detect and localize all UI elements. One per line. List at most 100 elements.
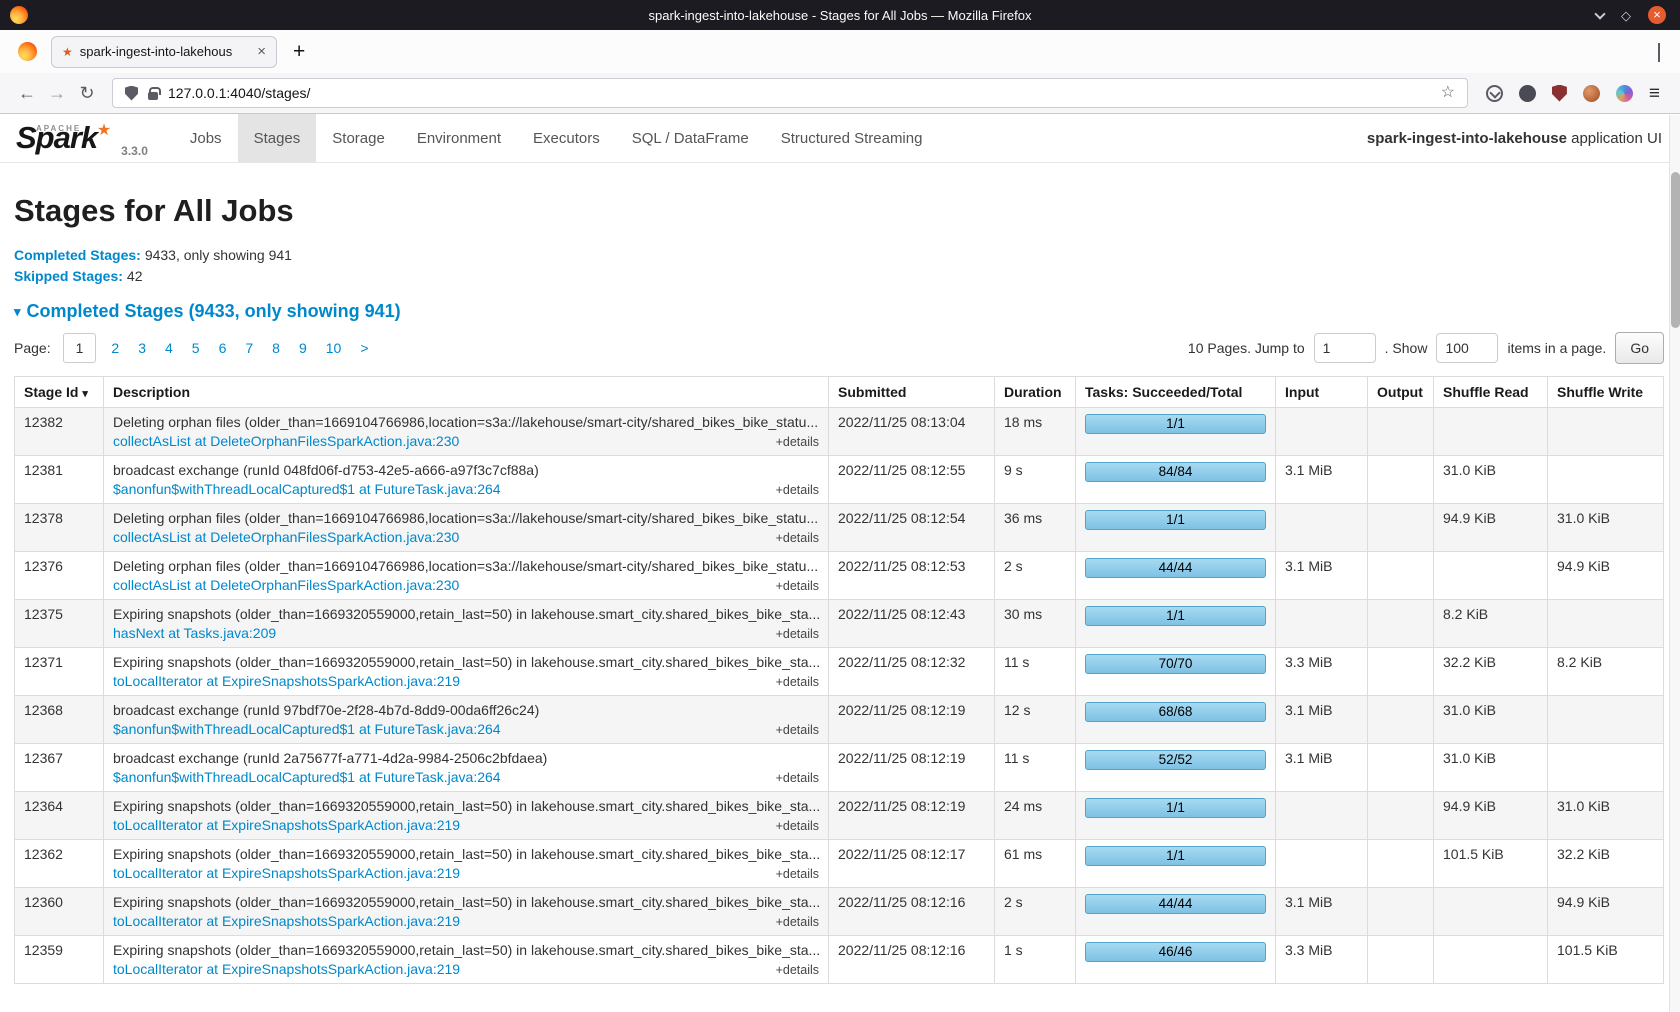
duration-cell: 61 ms [995, 840, 1076, 888]
tasks-cell: 1/1 [1076, 840, 1276, 888]
submitted-cell: 2022/11/25 08:12:43 [829, 600, 995, 648]
close-button[interactable]: × [1648, 6, 1666, 24]
extension-icon-1[interactable] [1519, 85, 1536, 102]
stage-detail-link[interactable]: $anonfun$withThreadLocalCaptured$1 at Fu… [113, 481, 501, 497]
reload-button[interactable]: ↻ [72, 84, 102, 102]
firefox-view-icon[interactable] [18, 42, 37, 61]
stage-detail-link[interactable]: toLocalIterator at ExpireSnapshotsSparkA… [113, 961, 460, 977]
spark-logo[interactable]: APACHE Spark ★ [16, 123, 107, 152]
url-bar[interactable]: 127.0.0.1:4040/stages/ ☆ [112, 78, 1468, 108]
col-description[interactable]: Description [104, 377, 829, 408]
completed-stages-section-toggle[interactable]: ▾ Completed Stages (9433, only showing 9… [14, 301, 1664, 322]
col-duration[interactable]: Duration [995, 377, 1076, 408]
nav-item-jobs[interactable]: Jobs [174, 114, 238, 162]
details-toggle[interactable]: +details [776, 867, 819, 881]
list-all-tabs-icon[interactable] [1658, 43, 1660, 61]
nav-item-storage[interactable]: Storage [316, 114, 401, 162]
forward-button[interactable]: → [42, 84, 72, 102]
stage-detail-link[interactable]: collectAsList at DeleteOrphanFilesSparkA… [113, 529, 459, 545]
pocket-icon[interactable] [1486, 85, 1503, 102]
ublock-shield-icon[interactable] [1552, 85, 1567, 102]
new-tab-button[interactable]: + [293, 40, 305, 64]
back-button[interactable]: ← [12, 84, 42, 102]
completed-stages-link[interactable]: Completed Stages: [14, 247, 141, 263]
go-button[interactable]: Go [1615, 332, 1664, 364]
page-button-3[interactable]: 3 [129, 334, 155, 362]
page-button-7[interactable]: 7 [236, 334, 262, 362]
skipped-stages-link[interactable]: Skipped Stages: [14, 268, 123, 284]
show-items-input[interactable] [1436, 333, 1498, 363]
shuffle-write-cell [1548, 408, 1664, 456]
tasks-cell: 70/70 [1076, 648, 1276, 696]
stage-detail-link[interactable]: toLocalIterator at ExpireSnapshotsSparkA… [113, 865, 460, 881]
details-toggle[interactable]: +details [776, 915, 819, 929]
col-tasks[interactable]: Tasks: Succeeded/Total [1076, 377, 1276, 408]
details-toggle[interactable]: +details [776, 531, 819, 545]
page-button-5[interactable]: 5 [183, 334, 209, 362]
connection-lock-icon[interactable] [148, 92, 158, 100]
page-button-2[interactable]: 2 [102, 334, 128, 362]
stage-detail-link[interactable]: toLocalIterator at ExpireSnapshotsSparkA… [113, 817, 460, 833]
next-page-button[interactable]: > [351, 334, 377, 362]
nav-item-environment[interactable]: Environment [401, 114, 517, 162]
maximize-button[interactable]: ◇ [1621, 9, 1631, 22]
tasks-progress-bar: 46/46 [1085, 942, 1266, 962]
tab-close-icon[interactable]: × [257, 44, 266, 59]
col-input[interactable]: Input [1276, 377, 1368, 408]
col-stage-id[interactable]: Stage Id ▾ [15, 377, 104, 408]
description-cell: Expiring snapshots (older_than=166932055… [104, 792, 829, 840]
minimize-button[interactable] [1594, 8, 1605, 19]
extension-icon-2[interactable] [1616, 85, 1633, 102]
browser-tab[interactable]: ★ spark-ingest-into-lakehous × [51, 36, 277, 68]
stage-detail-link[interactable]: $anonfun$withThreadLocalCaptured$1 at Fu… [113, 721, 501, 737]
tasks-progress-label: 84/84 [1159, 464, 1193, 479]
scrollbar-thumb[interactable] [1671, 172, 1680, 328]
jump-to-input[interactable] [1314, 333, 1376, 363]
input-cell: 3.1 MiB [1276, 888, 1368, 936]
shuffle-read-cell: 94.9 KiB [1434, 504, 1548, 552]
details-toggle[interactable]: +details [776, 627, 819, 641]
nav-item-sql-dataframe[interactable]: SQL / DataFrame [616, 114, 765, 162]
page-button-4[interactable]: 4 [156, 334, 182, 362]
details-toggle[interactable]: +details [776, 819, 819, 833]
col-shuffle-read[interactable]: Shuffle Read [1434, 377, 1548, 408]
col-shuffle-write[interactable]: Shuffle Write [1548, 377, 1664, 408]
nav-item-structured-streaming[interactable]: Structured Streaming [765, 114, 939, 162]
stage-detail-link[interactable]: collectAsList at DeleteOrphanFilesSparkA… [113, 577, 459, 593]
page-button-1[interactable]: 1 [63, 333, 97, 363]
input-cell [1276, 600, 1368, 648]
details-toggle[interactable]: +details [776, 435, 819, 449]
details-toggle[interactable]: +details [776, 771, 819, 785]
stage-detail-link[interactable]: hasNext at Tasks.java:209 [113, 625, 276, 641]
details-toggle[interactable]: +details [776, 579, 819, 593]
details-toggle[interactable]: +details [776, 963, 819, 977]
menu-icon[interactable]: ≡ [1649, 84, 1660, 103]
details-toggle[interactable]: +details [776, 723, 819, 737]
col-output[interactable]: Output [1368, 377, 1434, 408]
page-scrollbar[interactable] [1669, 115, 1680, 1012]
description-cell: broadcast exchange (runId 048fd06f-d753-… [104, 456, 829, 504]
nav-item-stages[interactable]: Stages [238, 114, 317, 162]
stage-detail-link[interactable]: toLocalIterator at ExpireSnapshotsSparkA… [113, 913, 460, 929]
nav-item-executors[interactable]: Executors [517, 114, 616, 162]
table-row: 12378 Deleting orphan files (older_than=… [15, 504, 1664, 552]
table-row: 12371 Expiring snapshots (older_than=166… [15, 648, 1664, 696]
bookmark-star-icon[interactable]: ☆ [1441, 85, 1455, 101]
stage-detail-link[interactable]: collectAsList at DeleteOrphanFilesSparkA… [113, 433, 459, 449]
stage-detail-link[interactable]: $anonfun$withThreadLocalCaptured$1 at Fu… [113, 769, 501, 785]
stages-table: Stage Id ▾ Description Submitted Duratio… [14, 376, 1664, 984]
profile-avatar-icon[interactable] [1583, 85, 1600, 102]
details-toggle[interactable]: +details [776, 675, 819, 689]
details-toggle[interactable]: +details [776, 483, 819, 497]
page-button-6[interactable]: 6 [210, 334, 236, 362]
page-button-10[interactable]: 10 [317, 334, 351, 362]
page-button-9[interactable]: 9 [290, 334, 316, 362]
col-submitted[interactable]: Submitted [829, 377, 995, 408]
items-per-page-label: items in a page. [1507, 340, 1606, 356]
shuffle-write-cell [1548, 696, 1664, 744]
table-header-row: Stage Id ▾ Description Submitted Duratio… [15, 377, 1664, 408]
stage-description: broadcast exchange (runId 97bdf70e-2f28-… [113, 702, 819, 718]
page-button-8[interactable]: 8 [263, 334, 289, 362]
tracking-protection-shield-icon[interactable] [125, 86, 138, 101]
stage-detail-link[interactable]: toLocalIterator at ExpireSnapshotsSparkA… [113, 673, 460, 689]
